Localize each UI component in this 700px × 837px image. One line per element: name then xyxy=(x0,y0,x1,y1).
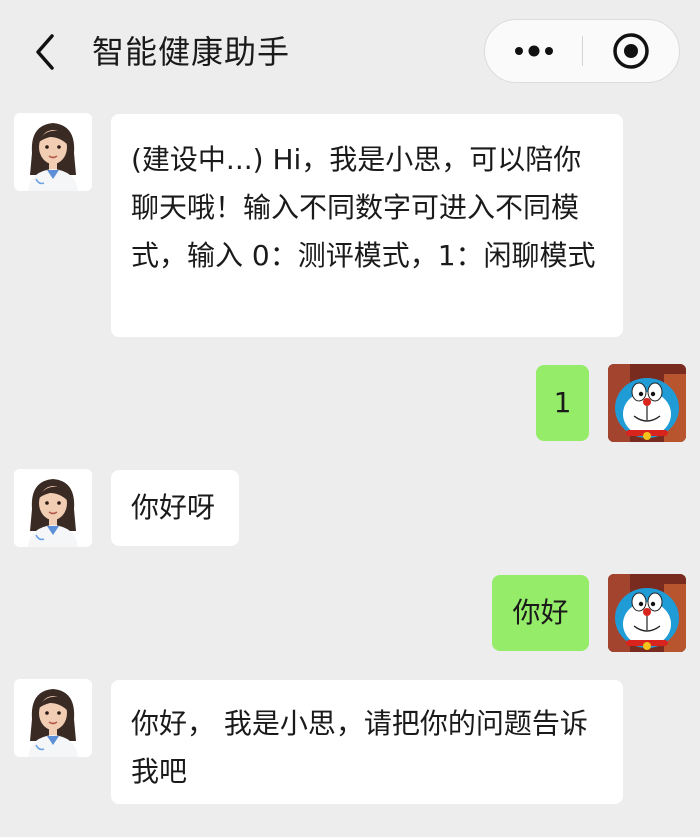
doctor-avatar-icon xyxy=(14,113,92,191)
doraemon-avatar-icon xyxy=(608,364,686,442)
message-text: 你好呀 xyxy=(131,491,216,524)
user-message-bubble: 你好 xyxy=(492,575,589,651)
user-message-bubble: 1 xyxy=(536,365,589,441)
message-text: 1 xyxy=(553,386,572,419)
nav-bar: 智能健康助手 xyxy=(0,0,700,102)
bot-message-bubble: (建设中...) Hi，我是小思，可以陪你聊天哦！输入不同数字可进入不同模式，输… xyxy=(111,114,623,337)
doctor-avatar-icon xyxy=(14,679,92,757)
chevron-left-icon xyxy=(36,34,54,70)
bot-avatar[interactable] xyxy=(14,469,92,547)
bot-message-bubble: 你好呀 xyxy=(111,470,239,546)
more-button[interactable] xyxy=(485,20,583,82)
bot-message-bubble: 你好， 我是小思，请把你的问题告诉我吧 xyxy=(111,680,623,804)
doctor-avatar-icon xyxy=(14,469,92,547)
mini-program-capsule xyxy=(484,19,680,83)
user-avatar[interactable] xyxy=(608,364,686,442)
message-text: (建设中...) Hi，我是小思，可以陪你聊天哦！输入不同数字可进入不同模式，输… xyxy=(131,143,596,272)
bot-avatar[interactable] xyxy=(14,679,92,757)
message-text: 你好， 我是小思，请把你的问题告诉我吧 xyxy=(131,707,588,788)
back-button[interactable] xyxy=(28,30,68,74)
more-dots-icon xyxy=(515,45,553,57)
user-avatar[interactable] xyxy=(608,574,686,652)
target-close-icon xyxy=(613,33,649,69)
doraemon-avatar-icon xyxy=(608,574,686,652)
message-text: 你好 xyxy=(512,596,569,629)
close-button[interactable] xyxy=(583,20,679,82)
page-title: 智能健康助手 xyxy=(92,33,291,71)
bot-avatar[interactable] xyxy=(14,113,92,191)
